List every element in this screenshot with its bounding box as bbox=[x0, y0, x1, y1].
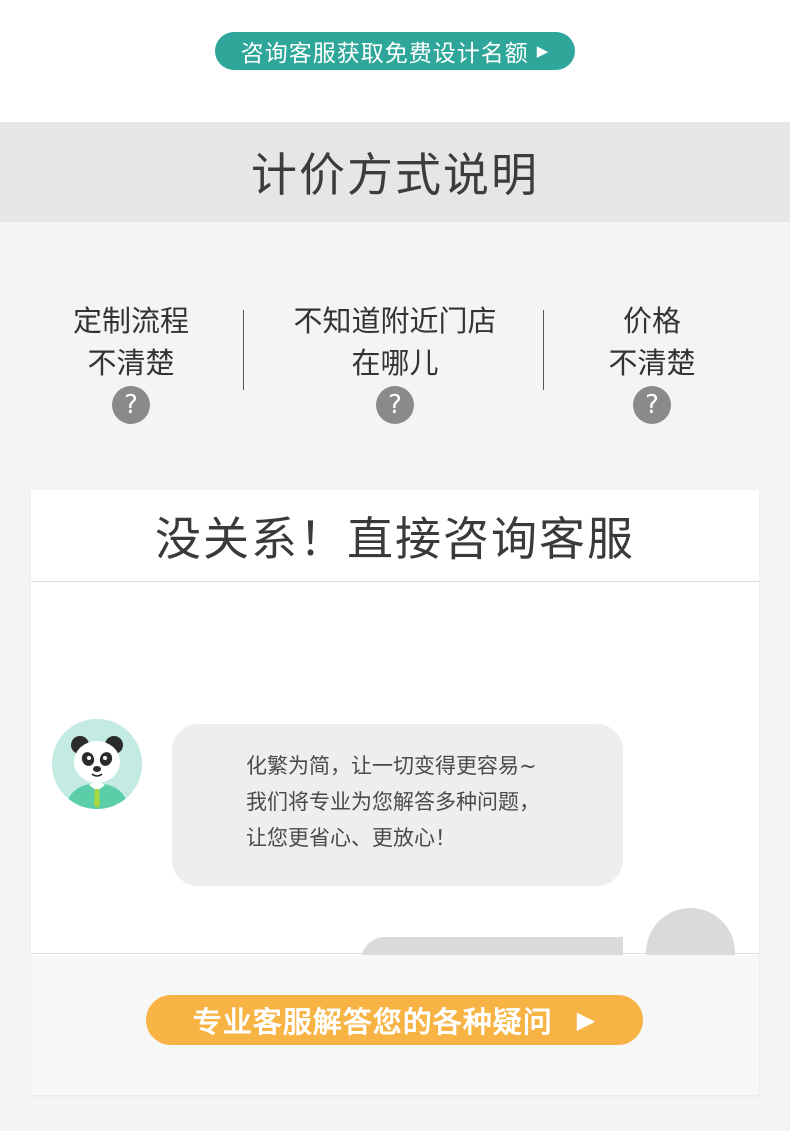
faq-line-2: 不清楚 bbox=[608, 346, 696, 380]
faq-item-process: 定制流程 不清楚 ? bbox=[68, 300, 194, 424]
faq-line-2: 在哪儿 bbox=[351, 346, 439, 380]
play-arrow-icon: ▶ bbox=[576, 1006, 597, 1034]
faq-line-1: 不知道附近门店 bbox=[293, 304, 497, 338]
faq-divider bbox=[543, 310, 544, 390]
faq-item-price: 价格 不清楚 ? bbox=[597, 300, 707, 424]
ask-customer-service-button[interactable]: 专业客服解答您的各种疑问 ▶ bbox=[146, 995, 643, 1045]
card-footer: 专业客服解答您的各种疑问 ▶ bbox=[31, 955, 759, 1095]
panda-avatar-icon bbox=[52, 719, 142, 809]
faq-line-1: 价格 bbox=[622, 304, 681, 338]
question-circle-icon: ? bbox=[376, 386, 414, 424]
cta-label: 专业客服解答您的各种疑问 bbox=[192, 1005, 553, 1039]
card-header: 没关系！直接咨询客服 bbox=[31, 490, 759, 582]
consult-free-design-button[interactable]: 咨询客服获取免费设计名额 ▶ bbox=[215, 32, 575, 70]
question-circle-icon: ? bbox=[112, 386, 150, 424]
faq-line-2: 不清楚 bbox=[87, 346, 175, 380]
chat-preview: 化繁为简，让一切变得更容易~ 我们将专业为您解答多种问题， 让您更省心、更放心！ bbox=[31, 582, 759, 997]
faq-line-1: 定制流程 bbox=[72, 304, 189, 338]
chat-message-line: 让您更省心、更放心！ bbox=[246, 826, 456, 850]
consult-button-label: 咨询客服获取免费设计名额 bbox=[240, 41, 529, 67]
top-banner: 咨询客服获取免费设计名额 ▶ bbox=[0, 0, 790, 122]
consult-card: 没关系！直接咨询客服 化繁为简，让一切变得更容易~ 我们将专业为您解答多种问题，… bbox=[31, 490, 759, 1095]
pricing-title-band: 计价方式说明 bbox=[0, 122, 790, 222]
chat-message-line: 化繁为简，让一切变得更容易~ bbox=[246, 754, 537, 778]
chat-message-bubble: 化繁为简，让一切变得更容易~ 我们将专业为您解答多种问题， 让您更省心、更放心！ bbox=[172, 724, 623, 886]
page-title: 计价方式说明 bbox=[251, 148, 539, 202]
faq-divider bbox=[243, 310, 244, 390]
card-heading: 没关系！直接咨询客服 bbox=[155, 511, 635, 566]
chat-message-line: 我们将专业为您解答多种问题， bbox=[246, 790, 540, 814]
play-arrow-icon: ▶ bbox=[536, 42, 550, 60]
question-circle-icon: ? bbox=[633, 386, 671, 424]
faq-item-store-location: 不知道附近门店 在哪儿 ? bbox=[285, 300, 505, 424]
